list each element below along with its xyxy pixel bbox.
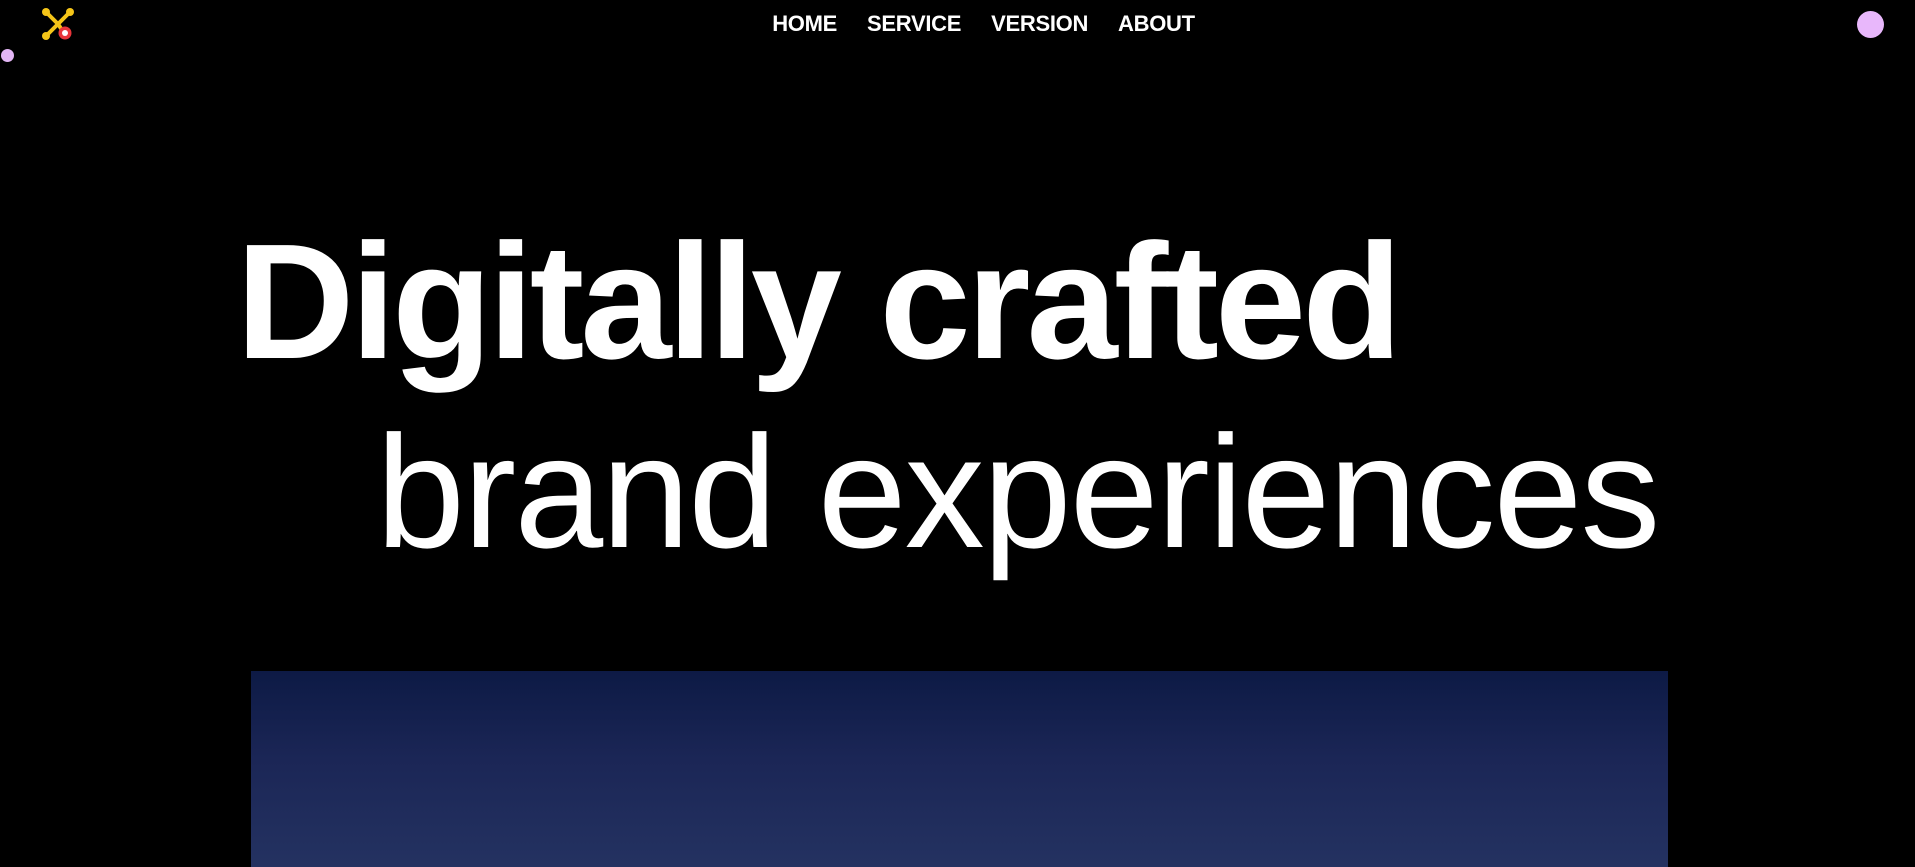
main-nav: HOME SERVICE VERSION ABOUT (0, 10, 1915, 38)
hero-image-panel (251, 671, 1668, 867)
nav-item-home[interactable]: HOME (772, 10, 837, 38)
page: HOME SERVICE VERSION ABOUT Digitally cra… (0, 0, 1915, 867)
hero-headline-light: brand experiences (376, 402, 1660, 581)
hero-headline-bold: Digitally crafted (236, 210, 1402, 393)
nav-item-service[interactable]: SERVICE (867, 10, 961, 38)
nav-item-about[interactable]: ABOUT (1118, 10, 1195, 38)
cursor-follower-dot (1, 49, 14, 62)
nav-item-version[interactable]: VERSION (991, 10, 1088, 38)
menu-toggle-dot[interactable] (1857, 11, 1884, 38)
